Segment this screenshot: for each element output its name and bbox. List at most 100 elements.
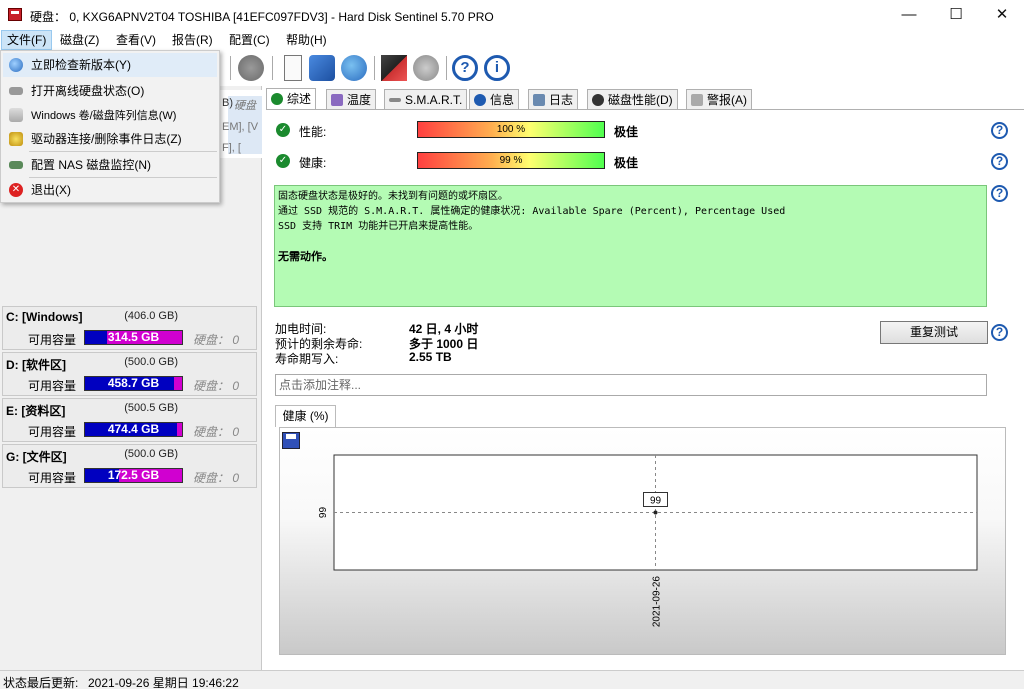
status-description: 固态硬盘状态是极好的。未找到有问题的或坏扇区。 通过 SSD 规范的 S.M.A… (274, 185, 987, 307)
menu-item-exit[interactable]: ✕ 退出(X) (3, 178, 217, 202)
menu-report[interactable]: 报告(R) (167, 30, 218, 50)
network-icon[interactable] (341, 55, 367, 81)
tab-label: 综述 (287, 92, 312, 106)
health-rating: 极佳 (614, 156, 639, 170)
help-icon[interactable]: ? (991, 185, 1008, 202)
app-icon (8, 8, 22, 21)
menu-item-label: 退出(X) (31, 183, 71, 197)
lifetime-writes-value: 2.55 TB (409, 350, 452, 364)
free-space-bar: 314.5 GB (84, 330, 183, 345)
last-update-label: 状态最后更新: (3, 676, 79, 690)
minimize-button[interactable]: — (886, 0, 932, 30)
partition-name: D: [软件区] (6, 358, 66, 372)
health-value: 99 % (499, 155, 523, 166)
tab-label: 警报(A) (707, 93, 747, 107)
last-update-value: 2021-09-26 星期日 19:46:22 (88, 676, 239, 690)
check-icon: ✓ (276, 123, 290, 137)
exit-icon: ✕ (9, 183, 23, 197)
help-icon[interactable]: ? (991, 153, 1008, 170)
partition-size: (406.0 GB) (124, 310, 178, 322)
drive-header-text: 硬盘 (234, 100, 256, 112)
tab-alerts[interactable]: 警报(A) (686, 89, 752, 110)
tab-label: 磁盘性能(D) (608, 93, 673, 107)
menu-item-event-log[interactable]: 驱动器连接/删除事件日志(Z) (3, 127, 217, 151)
tab-health-chart[interactable]: 健康 (%) (275, 405, 336, 427)
menu-config[interactable]: 配置(C) (224, 30, 275, 50)
tab-temperature[interactable]: 温度 (326, 89, 377, 110)
partition-size: (500.0 GB) (124, 448, 178, 460)
tab-overview[interactable]: 综述 (266, 88, 317, 110)
free-space-value: 474.4 GB (107, 422, 160, 436)
data-label: 99 (650, 496, 662, 507)
menu-file[interactable]: 文件(F) (1, 30, 53, 50)
menu-item-volume-info[interactable]: Windows 卷/磁盘阵列信息(W) (3, 103, 217, 127)
performance-label: 性能: (299, 125, 327, 139)
toolbar-separator (272, 56, 273, 80)
menu-item-label: 立即检查新版本(Y) (31, 58, 131, 72)
free-space-label: 可用容量 (28, 471, 77, 485)
check-icon: ✓ (276, 154, 290, 168)
disk-status-icon[interactable] (238, 55, 264, 81)
close-button[interactable]: ✕ (979, 0, 1024, 30)
tab-bar: 综述 温度 S.M.A.R.T. 信息 日志 磁盘性能(D) 警报(A) (266, 88, 1024, 110)
menu-help[interactable]: 帮助(H) (281, 30, 332, 50)
partition-disk: 硬盘： 0 (193, 425, 240, 439)
retest-button[interactable]: 重复测试 (880, 321, 988, 344)
comment-input[interactable]: 点击添加注释... (275, 374, 987, 396)
tab-smart[interactable]: S.M.A.R.T. (384, 89, 468, 110)
x-tick-label: 2021-09-26 (652, 576, 663, 628)
drive-header-text: B) (222, 97, 233, 109)
status-line: SSD 支持 TRIM 功能并已开启来提高性能。 (278, 221, 479, 232)
partition-item[interactable]: E: [资料区] (500.5 GB) 可用容量 474.4 GB 硬盘： 0 (2, 398, 257, 442)
menu-view[interactable]: 查看(V) (111, 30, 161, 50)
performance-value: 100 % (496, 124, 526, 135)
nas-icon (9, 161, 23, 169)
free-space-value: 314.5 GB (107, 330, 160, 344)
free-space-value: 458.7 GB (107, 376, 160, 390)
globe-icon (9, 58, 23, 72)
window-title: 硬盘： 0, KXG6APNV2T04 TOSHIBA [41EFC097FDV… (30, 10, 494, 24)
free-space-bar: 458.7 GB (84, 376, 183, 391)
maximize-button[interactable]: ☐ (933, 0, 979, 30)
help-icon[interactable]: ? (991, 122, 1008, 139)
free-space-bar: 172.5 GB (84, 468, 183, 483)
free-space-label: 可用容量 (28, 333, 77, 347)
partition-size: (500.0 GB) (124, 356, 178, 368)
speaker-icon[interactable] (413, 55, 439, 81)
refresh-icon[interactable] (309, 55, 335, 81)
tab-disk-performance[interactable]: 磁盘性能(D) (587, 89, 678, 110)
partition-item[interactable]: C: [Windows] (406.0 GB) 可用容量 314.5 GB 硬盘… (2, 306, 257, 350)
report-icon[interactable] (284, 55, 302, 81)
tab-label: 日志 (549, 93, 574, 107)
performance-rating: 极佳 (614, 125, 639, 139)
partition-item[interactable]: D: [软件区] (500.0 GB) 可用容量 458.7 GB 硬盘： 0 (2, 352, 257, 396)
partition-item[interactable]: G: [文件区] (500.0 GB) 可用容量 172.5 GB 硬盘： 0 (2, 444, 257, 488)
help-icon[interactable]: ? (452, 55, 478, 81)
help-icon[interactable]: ? (991, 324, 1008, 341)
toolbar-separator (230, 56, 231, 80)
tab-info[interactable]: 信息 (469, 89, 520, 110)
title-bar: 硬盘： 0, KXG6APNV2T04 TOSHIBA [41EFC097FDV… (0, 0, 1024, 30)
tab-label: 信息 (490, 93, 515, 107)
menu-item-label: 驱动器连接/删除事件日志(Z) (31, 132, 182, 146)
lifetime-writes-label: 寿命期写入: (275, 352, 339, 366)
free-space-label: 可用容量 (28, 379, 77, 393)
drive-header-text: F], [ (222, 142, 241, 154)
menu-item-label: 打开离线硬盘状态(O) (31, 84, 145, 98)
menu-item-nas-monitor[interactable]: 配置 NAS 磁盘监控(N) (3, 153, 217, 177)
disk-icon (9, 87, 23, 95)
menu-bar: 文件(F) 磁盘(Z) 查看(V) 报告(R) 配置(C) 帮助(H) (0, 30, 1024, 50)
partition-name: E: [资料区] (6, 404, 66, 418)
menu-item-open-offline[interactable]: 打开离线硬盘状态(O) (3, 79, 217, 103)
health-chart: 99 2021-09-26 99 (318, 454, 978, 628)
tab-label: 温度 (347, 93, 372, 107)
partition-name: G: [文件区] (6, 450, 67, 464)
tab-log[interactable]: 日志 (528, 89, 579, 110)
chart-icon[interactable] (381, 55, 407, 81)
action-text: 无需动作。 (278, 250, 333, 263)
menu-item-check-update[interactable]: 立即检查新版本(Y) (3, 53, 217, 77)
health-label: 健康: (299, 156, 327, 170)
menu-disk[interactable]: 磁盘(Z) (55, 30, 104, 50)
info-icon[interactable]: i (484, 55, 510, 81)
menu-item-label: Windows 卷/磁盘阵列信息(W) (31, 110, 177, 122)
